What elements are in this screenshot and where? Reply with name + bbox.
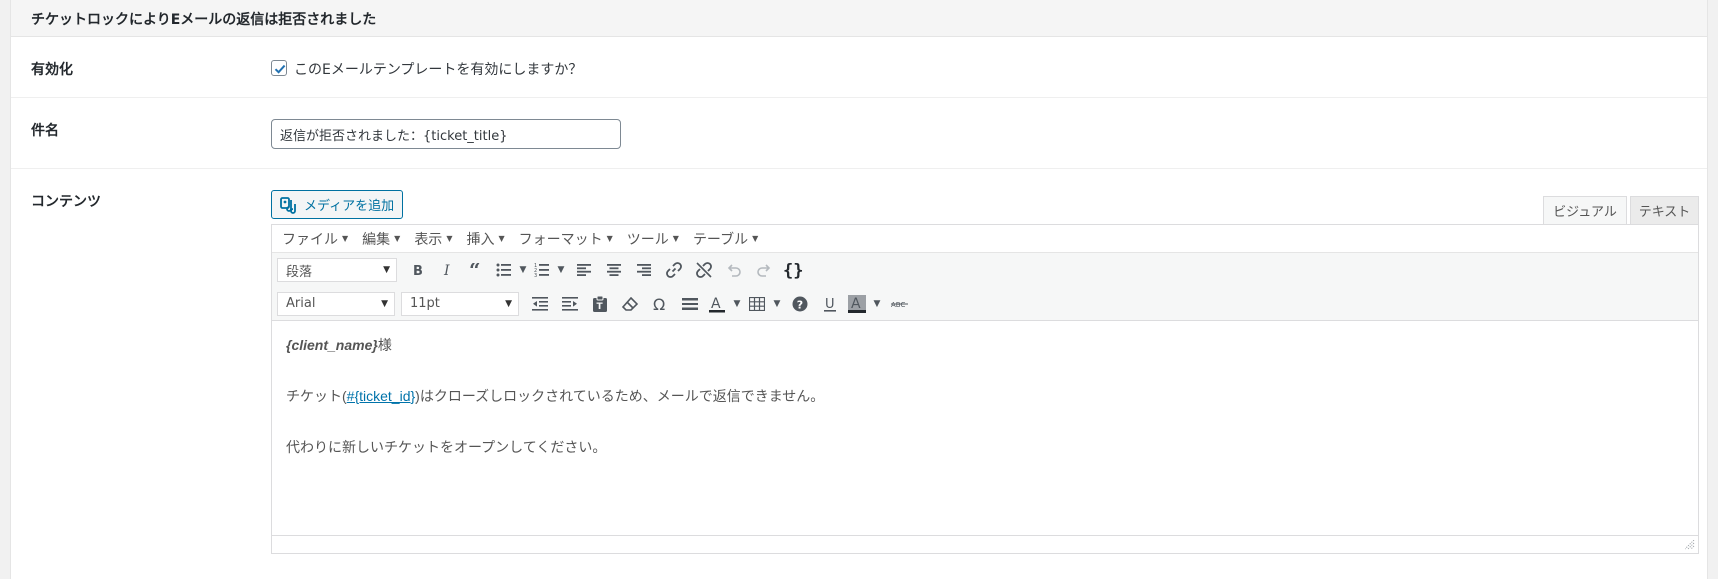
background-color-icon[interactable]: A xyxy=(845,290,869,318)
editor-toolbar-2: Arial ▼ 11pt ▼ T Ω A ▼ ▼ ? U A ▼ ABC xyxy=(272,287,1698,321)
editor-statusbar xyxy=(272,535,1698,553)
add-media-button[interactable]: メディアを追加 xyxy=(271,190,403,219)
indent-icon[interactable] xyxy=(555,290,585,318)
ticket-id-link[interactable]: #{ticket_id} xyxy=(347,388,416,404)
menu-insert[interactable]: 挿入 ▼ xyxy=(466,229,504,249)
caret-down-icon: ▼ xyxy=(446,234,453,243)
font-size-select[interactable]: 11pt ▼ xyxy=(401,291,519,316)
subject-input[interactable] xyxy=(271,119,621,149)
undo-icon[interactable] xyxy=(719,256,749,284)
svg-text:U: U xyxy=(825,297,835,312)
bullet-list-icon[interactable] xyxy=(493,256,515,284)
content-line-open-new: 代わりに新しいチケットをオープンしてください。 xyxy=(286,439,607,455)
numbered-list-dropdown-icon[interactable]: ▼ xyxy=(553,256,569,284)
svg-text:Ω: Ω xyxy=(653,296,665,312)
background-color-dropdown-icon[interactable]: ▼ xyxy=(869,290,885,318)
honorific-text: 様 xyxy=(377,337,392,353)
rich-text-editor: ファイル ▼ 編集 ▼ 表示 ▼ 挿入 ▼ フォーマット ▼ ツール ▼ テーブル ▼ 段落 ▼… xyxy=(271,224,1699,554)
menu-format[interactable]: フォーマット ▼ xyxy=(519,229,613,249)
caret-down-icon: ▼ xyxy=(498,234,505,243)
blockquote-icon[interactable]: “ xyxy=(463,256,493,284)
caret-down-icon: ▼ xyxy=(505,298,512,309)
email-template-panel: チケットロックによりEメールの返信は拒否されました 有効化 このEメールテンプレ… xyxy=(10,0,1708,579)
svg-text:“: “ xyxy=(469,263,481,277)
clear-formatting-icon[interactable] xyxy=(615,290,645,318)
editor-toolbar-1: 段落 ▼ B I “ ▼ 123 ▼ {} xyxy=(272,253,1698,287)
caret-down-icon: ▼ xyxy=(672,234,679,243)
menu-file[interactable]: ファイル ▼ xyxy=(282,229,348,249)
paste-text-icon[interactable]: T xyxy=(585,290,615,318)
tab-text[interactable]: テキスト xyxy=(1630,196,1699,224)
enable-checkbox[interactable] xyxy=(271,60,287,76)
enable-label: 有効化 xyxy=(31,62,73,78)
outdent-icon[interactable] xyxy=(525,290,555,318)
menu-edit[interactable]: 編集 ▼ xyxy=(362,229,400,249)
table-dropdown-icon[interactable]: ▼ xyxy=(769,290,785,318)
link-icon[interactable] xyxy=(659,256,689,284)
row-divider xyxy=(11,97,1707,98)
menu-tools[interactable]: ツール ▼ xyxy=(627,229,679,249)
caret-down-icon: ▼ xyxy=(383,265,390,275)
svg-text:?: ? xyxy=(797,298,803,311)
subject-label: 件名 xyxy=(31,123,59,139)
menu-view[interactable]: 表示 ▼ xyxy=(414,229,452,249)
media-icon xyxy=(280,196,296,214)
svg-text:ABC: ABC xyxy=(891,301,905,309)
editor-menubar: ファイル ▼ 編集 ▼ 表示 ▼ 挿入 ▼ フォーマット ▼ ツール ▼ テーブル ▼ xyxy=(272,225,1698,253)
resize-handle-icon[interactable] xyxy=(1685,540,1695,550)
content-line-locked: チケット(#{ticket_id})はクローズしロックされているため、メールで返… xyxy=(286,386,824,406)
align-right-icon[interactable] xyxy=(629,256,659,284)
strikethrough-icon[interactable]: ABC xyxy=(885,290,915,318)
content-line-greeting: {client_name}様 xyxy=(286,335,392,355)
help-icon[interactable]: ? xyxy=(785,290,815,318)
svg-text:3: 3 xyxy=(534,273,537,277)
checkmark-icon xyxy=(274,64,286,74)
content-label: コンテンツ xyxy=(31,194,101,210)
svg-text:A: A xyxy=(711,296,721,312)
align-left-icon[interactable] xyxy=(569,256,599,284)
svg-text:B: B xyxy=(413,264,423,277)
format-select[interactable]: 段落 ▼ xyxy=(277,258,397,282)
enable-checkbox-label[interactable]: このEメールテンプレートを有効にしますか？ xyxy=(294,59,582,79)
panel-title: チケットロックによりEメールの返信は拒否されました xyxy=(31,12,377,28)
font-family-select[interactable]: Arial ▼ xyxy=(277,291,395,316)
underline-icon[interactable]: U xyxy=(815,290,845,318)
add-media-label: メディアを追加 xyxy=(304,199,395,214)
svg-text:I: I xyxy=(443,263,450,277)
caret-down-icon: ▼ xyxy=(606,234,613,243)
table-icon[interactable] xyxy=(745,290,769,318)
unlink-icon[interactable] xyxy=(689,256,719,284)
text-color-dropdown-icon[interactable]: ▼ xyxy=(729,290,745,318)
redo-icon[interactable] xyxy=(749,256,779,284)
tab-visual[interactable]: ビジュアル xyxy=(1543,196,1627,224)
caret-down-icon: ▼ xyxy=(752,234,759,243)
menu-table[interactable]: テーブル ▼ xyxy=(693,229,758,249)
svg-text:T: T xyxy=(597,302,604,312)
caret-down-icon: ▼ xyxy=(342,234,349,243)
horizontal-rule-icon[interactable] xyxy=(675,290,705,318)
bullet-list-dropdown-icon[interactable]: ▼ xyxy=(515,256,531,284)
bold-icon[interactable]: B xyxy=(403,256,433,284)
caret-down-icon: ▼ xyxy=(381,298,388,309)
numbered-list-icon[interactable]: 123 xyxy=(531,256,553,284)
ticket-prefix-text: チケット( xyxy=(286,388,347,404)
svg-text:A: A xyxy=(851,296,861,312)
italic-icon[interactable]: I xyxy=(433,256,463,284)
row-divider xyxy=(11,168,1707,169)
locked-message-text: )はクローズしロックされているため、メールで返信できません。 xyxy=(415,388,825,404)
code-braces-icon[interactable]: {} xyxy=(779,256,809,284)
caret-down-icon: ▼ xyxy=(394,234,401,243)
client-name-variable: {client_name} xyxy=(286,337,378,353)
svg-text:{}: {} xyxy=(783,261,803,279)
panel-header[interactable]: チケットロックによりEメールの返信は拒否されました xyxy=(11,0,1707,37)
align-center-icon[interactable] xyxy=(599,256,629,284)
special-character-icon[interactable]: Ω xyxy=(645,290,675,318)
text-color-icon[interactable]: A xyxy=(705,290,729,318)
